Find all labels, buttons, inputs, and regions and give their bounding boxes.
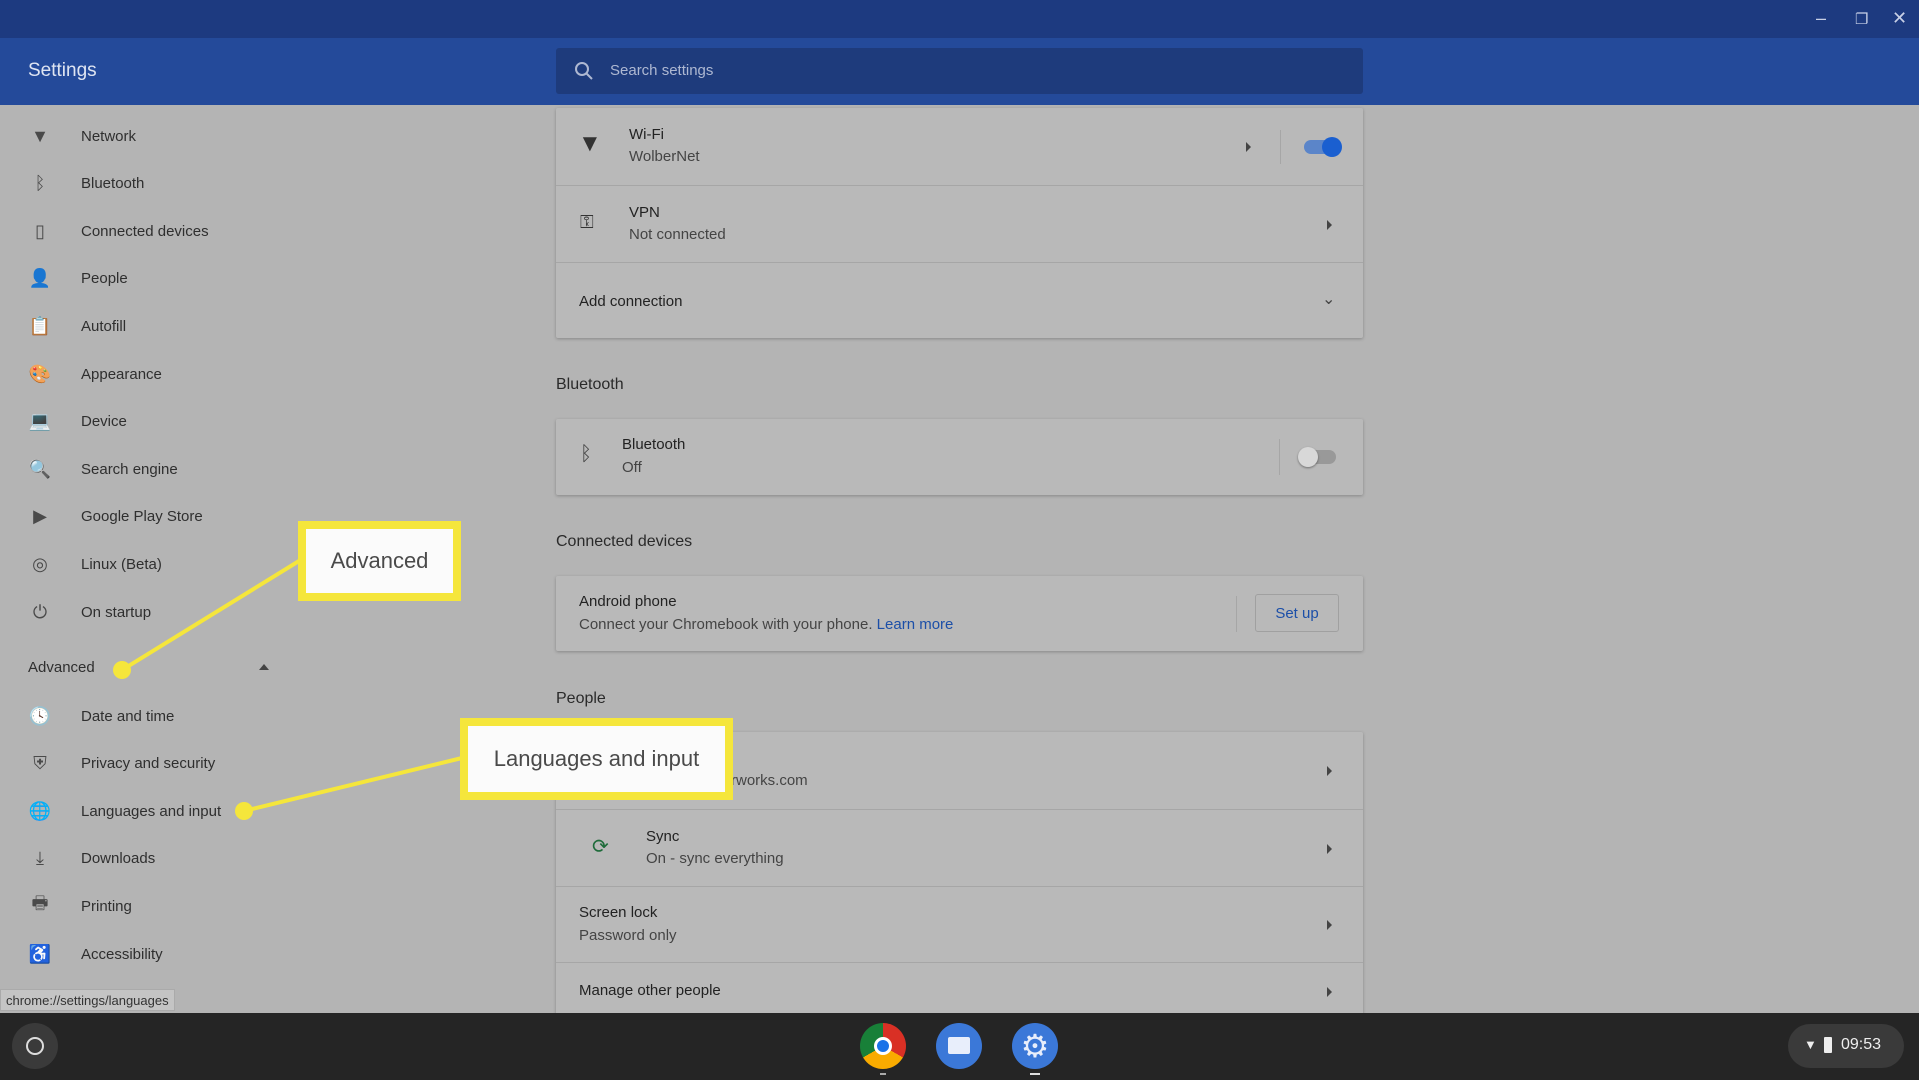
shelf: ⚙ ▼ 09:53 [0, 1013, 1919, 1080]
status-tray[interactable]: ▼ 09:53 [1788, 1024, 1904, 1068]
languages-callout-dot [235, 802, 253, 820]
callout-lines [113, 559, 463, 820]
chrome-icon[interactable] [860, 1023, 906, 1069]
files-icon[interactable] [936, 1023, 982, 1069]
advanced-callout: Advanced [298, 521, 461, 601]
active-indicator [1030, 1073, 1040, 1075]
settings-gear-icon[interactable]: ⚙ [1012, 1023, 1058, 1069]
clock-time: 09:53 [1841, 1036, 1882, 1053]
running-indicator [880, 1073, 886, 1075]
wifi-icon: ▼ [1804, 1037, 1817, 1052]
battery-icon [1824, 1037, 1832, 1053]
languages-callout: Languages and input [460, 718, 733, 800]
advanced-callout-line [120, 559, 301, 672]
advanced-callout-dot [113, 661, 131, 679]
launcher-button[interactable] [12, 1023, 58, 1069]
languages-callout-line [243, 756, 463, 813]
